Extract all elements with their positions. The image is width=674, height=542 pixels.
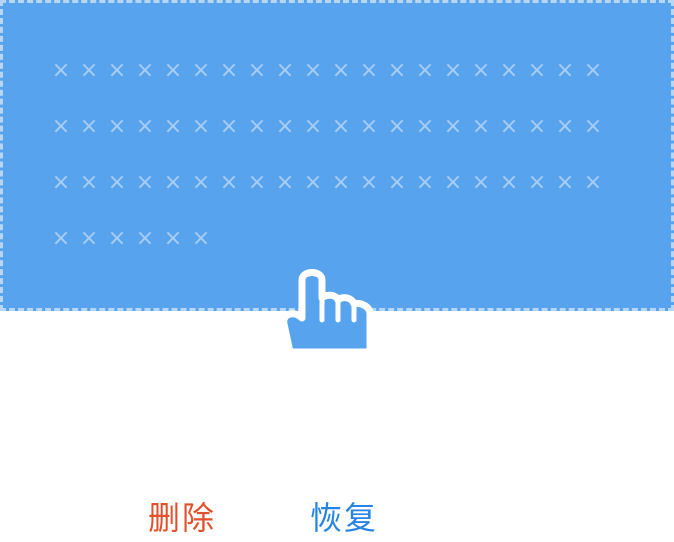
hand-pointer-icon: [280, 269, 374, 352]
mask-character: ×: [219, 114, 239, 139]
mask-character: ×: [135, 114, 155, 139]
mask-character: ×: [275, 58, 295, 83]
masked-text: × × × × × × × × × × × × × × × × × × × × × × × × × × × × × × × × × × × × × × × ×…: [47, 43, 607, 267]
mask-character: ×: [443, 58, 463, 83]
mask-character: ×: [443, 114, 463, 139]
mask-character: ×: [247, 170, 267, 195]
action-bar: 删除 恢复: [0, 490, 674, 542]
mask-character: ×: [331, 170, 351, 195]
delete-button[interactable]: 删除: [148, 498, 216, 538]
masked-line: × × × × × × × × × × × × × × × × × × × ×: [47, 99, 607, 155]
mask-character: ×: [191, 226, 211, 251]
mask-character: ×: [443, 170, 463, 195]
mask-character: ×: [499, 170, 519, 195]
mask-character: ×: [107, 58, 127, 83]
mask-character: ×: [51, 58, 71, 83]
mask-character: ×: [51, 170, 71, 195]
masked-line: × × × × × × × × × × × × × × × × × × × ×: [47, 43, 607, 99]
mask-character: ×: [387, 170, 407, 195]
mask-character: ×: [583, 114, 603, 139]
mask-character: ×: [415, 170, 435, 195]
masked-line: × × × × × ×: [47, 211, 607, 267]
mask-character: ×: [79, 114, 99, 139]
mask-character: ×: [471, 114, 491, 139]
mask-character: ×: [191, 58, 211, 83]
mask-character: ×: [583, 170, 603, 195]
mask-character: ×: [359, 114, 379, 139]
mask-character: ×: [163, 58, 183, 83]
mask-character: ×: [527, 114, 547, 139]
mask-character: ×: [387, 58, 407, 83]
mask-character: ×: [275, 170, 295, 195]
mask-character: ×: [331, 58, 351, 83]
mask-character: ×: [359, 58, 379, 83]
mask-character: ×: [163, 170, 183, 195]
restore-button[interactable]: 恢复: [310, 498, 378, 538]
mask-character: ×: [471, 58, 491, 83]
mask-character: ×: [51, 226, 71, 251]
mask-character: ×: [79, 226, 99, 251]
mask-character: ×: [527, 58, 547, 83]
mask-character: ×: [163, 114, 183, 139]
mask-character: ×: [555, 114, 575, 139]
mask-character: ×: [303, 58, 323, 83]
mask-character: ×: [359, 170, 379, 195]
mask-character: ×: [415, 114, 435, 139]
mask-character: ×: [303, 170, 323, 195]
mask-character: ×: [107, 170, 127, 195]
masked-line: × × × × × × × × × × × × × × × × × × × ×: [47, 155, 607, 211]
mask-character: ×: [79, 58, 99, 83]
mask-character: ×: [247, 114, 267, 139]
mask-character: ×: [79, 170, 99, 195]
mask-character: ×: [247, 58, 267, 83]
mask-character: ×: [275, 114, 295, 139]
mask-character: ×: [499, 114, 519, 139]
mask-character: ×: [387, 114, 407, 139]
mask-character: ×: [51, 114, 71, 139]
mask-character: ×: [191, 170, 211, 195]
mask-character: ×: [219, 170, 239, 195]
mask-character: ×: [163, 226, 183, 251]
mask-character: ×: [331, 114, 351, 139]
mask-character: ×: [527, 170, 547, 195]
mask-character: ×: [107, 114, 127, 139]
mask-character: ×: [191, 114, 211, 139]
mask-character: ×: [471, 170, 491, 195]
mask-character: ×: [415, 58, 435, 83]
screen: × × × × × × × × × × × × × × × × × × × × × × × × × × × × × × × × × × × × × × × ×…: [0, 0, 674, 542]
mask-character: ×: [303, 114, 323, 139]
mask-character: ×: [555, 170, 575, 195]
mask-character: ×: [555, 58, 575, 83]
mask-character: ×: [135, 226, 155, 251]
mask-character: ×: [135, 58, 155, 83]
mask-character: ×: [135, 170, 155, 195]
mask-character: ×: [219, 58, 239, 83]
mask-character: ×: [107, 226, 127, 251]
mask-character: ×: [583, 58, 603, 83]
mask-character: ×: [499, 58, 519, 83]
